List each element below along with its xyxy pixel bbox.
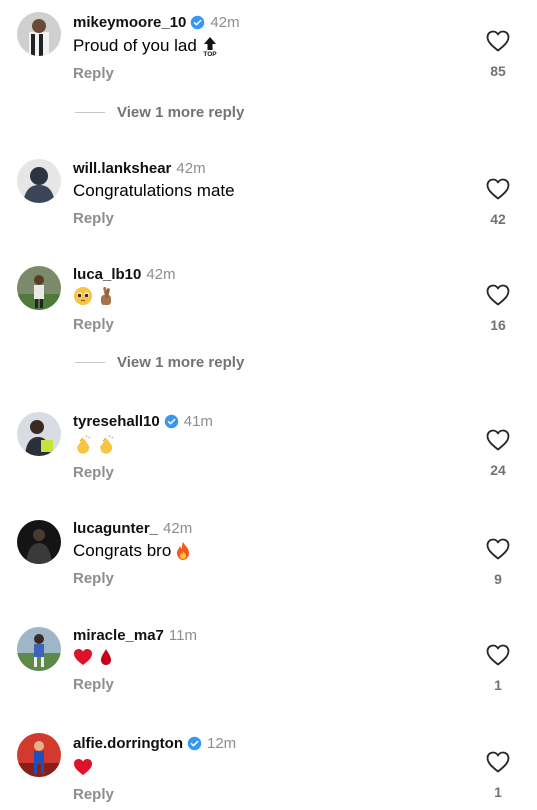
timestamp: 12m [207, 734, 237, 752]
like-count: 16 [490, 317, 506, 333]
username[interactable]: will.lankshear [73, 160, 171, 177]
timestamp: 42m [176, 159, 206, 177]
comment-header: mikeymoore_10 42m [73, 12, 240, 32]
comment-body: Congratulations mate [73, 181, 235, 200]
divider [75, 112, 105, 113]
like-heart-icon[interactable] [486, 284, 510, 306]
divider [75, 362, 105, 363]
username[interactable]: alfie.dorrington [73, 735, 183, 752]
timestamp: 42m [163, 519, 193, 537]
like-count: 9 [494, 571, 502, 587]
avatar[interactable] [17, 12, 61, 56]
comment-text: Congrats bro [73, 541, 196, 561]
view-more-replies[interactable]: View 1 more reply [75, 104, 244, 121]
reply-button[interactable]: Reply [73, 676, 114, 693]
view-more-replies-label: View 1 more reply [117, 104, 245, 121]
reply-button[interactable]: Reply [73, 210, 114, 227]
comment-header: luca_lb10 42m [73, 264, 176, 284]
avatar[interactable] [17, 159, 61, 203]
comment-header: alfie.dorrington 12m [73, 733, 236, 753]
svg-text:TOP: TOP [203, 51, 217, 57]
comment-text: Proud of you lad TOP [73, 35, 219, 58]
like-count: 1 [494, 784, 502, 800]
like-heart-icon[interactable] [486, 751, 510, 773]
like-count: 1 [494, 677, 502, 693]
reply-button[interactable]: Reply [73, 316, 114, 333]
verified-badge-icon [187, 736, 202, 750]
reply-button[interactable]: Reply [73, 570, 114, 587]
comment-body: Proud of you lad [73, 36, 197, 55]
like-heart-icon[interactable] [486, 644, 510, 666]
clapping-hands-emoji [73, 435, 93, 455]
avatar[interactable] [17, 520, 61, 564]
username[interactable]: tyresehall10 [73, 413, 160, 430]
username[interactable]: lucagunter_ [73, 520, 158, 537]
fire-emoji [173, 541, 193, 561]
clapping-hands-emoji [96, 435, 116, 455]
reply-button[interactable]: Reply [73, 786, 114, 803]
red-heart-emoji [73, 757, 93, 777]
timestamp: 11m [168, 626, 197, 644]
like-heart-icon[interactable] [486, 178, 510, 200]
pleading-face-emoji [73, 286, 93, 306]
timestamp: 41m [183, 412, 213, 430]
drop-of-blood-emoji [96, 647, 116, 667]
reply-button[interactable]: Reply [73, 464, 114, 481]
like-count: 85 [490, 63, 506, 79]
comment-text [73, 757, 96, 777]
comment-header: miracle_ma7 11m [73, 625, 197, 645]
comment-header: lucagunter_ 42m [73, 518, 192, 538]
username[interactable]: luca_lb10 [73, 266, 141, 283]
red-heart-emoji [73, 647, 93, 667]
verified-badge-icon [191, 15, 205, 29]
like-heart-icon[interactable] [486, 429, 510, 451]
comment-text [73, 286, 119, 306]
comment-text: Congratulations mate [73, 181, 235, 201]
comment-text [73, 435, 119, 455]
comment-body: Congrats bro [73, 541, 172, 560]
like-count: 24 [490, 462, 506, 478]
comment-header: will.lankshear 42m [73, 158, 206, 178]
comment-header: tyresehall10 41m [73, 411, 213, 431]
like-heart-icon[interactable] [486, 30, 510, 52]
avatar[interactable] [17, 266, 61, 310]
timestamp: 42m [146, 265, 176, 283]
comment-text [73, 647, 119, 667]
crossed-fingers-emoji [96, 286, 116, 306]
view-more-replies[interactable]: View 1 more reply [75, 354, 244, 371]
verified-badge-icon [164, 414, 178, 428]
timestamp: 42m [210, 13, 240, 31]
avatar[interactable] [17, 412, 61, 456]
like-heart-icon[interactable] [486, 538, 510, 560]
reply-button[interactable]: Reply [73, 65, 114, 82]
like-count: 42 [490, 211, 506, 227]
view-more-replies-label: View 1 more reply [117, 354, 245, 371]
avatar[interactable] [17, 733, 61, 777]
username[interactable]: miracle_ma7 [73, 627, 164, 644]
username[interactable]: mikeymoore_10 [73, 14, 186, 31]
avatar[interactable] [17, 627, 61, 671]
top-arrow-icon: TOP [201, 35, 219, 58]
